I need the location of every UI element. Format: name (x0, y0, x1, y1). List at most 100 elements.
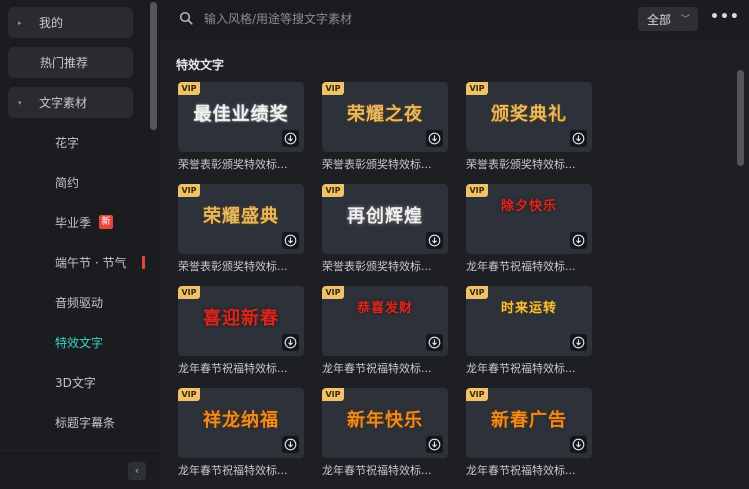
asset-card[interactable]: VIP 新春广告龙年春节祝福特效标... (466, 388, 592, 478)
asset-preview-text: 新年快乐 (347, 410, 423, 431)
asset-preview-text: 最佳业绩奖 (193, 104, 289, 125)
sidebar: ▸ 我的 热门推荐 ▾ 文字素材 花字 简约 毕业季 新 端午节 · 节气 音频… (0, 0, 160, 489)
asset-thumbnail[interactable]: VIP 喜迎新春 (178, 286, 304, 356)
asset-preview-text: 荣耀之夜 (347, 104, 423, 125)
vip-badge: VIP (466, 82, 488, 95)
caret-down-icon: ▾ (18, 98, 22, 107)
download-button[interactable] (282, 130, 299, 147)
vip-badge: VIP (322, 184, 344, 197)
asset-card[interactable]: VIP 祥龙纳福龙年春节祝福特效标... (178, 388, 304, 478)
download-icon (572, 132, 585, 145)
asset-thumbnail[interactable]: VIP 新春广告 (466, 388, 592, 458)
download-button[interactable] (426, 436, 443, 453)
search-bar: 全部 ﹀ ••• (160, 0, 749, 39)
sidebar-subitem-huazi[interactable]: 花字 (55, 132, 79, 152)
section-title: 特效文字 (176, 58, 225, 72)
download-icon (572, 336, 585, 349)
sidebar-subitem-label: 音频驱动 (55, 295, 104, 310)
caret-right-icon: ▸ (18, 18, 22, 27)
sidebar-subitem-label: 端午节 · 节气 (55, 255, 127, 270)
asset-preview-text: 时来运转 (500, 301, 557, 316)
search-icon (179, 11, 193, 25)
download-button[interactable] (426, 334, 443, 351)
asset-thumbnail[interactable]: VIP 时来运转 (466, 286, 592, 356)
sidebar-item-label: 文字素材 (39, 96, 88, 110)
vip-badge: VIP (466, 388, 488, 401)
vip-badge: VIP (322, 286, 344, 299)
sidebar-item-hot[interactable]: 热门推荐 (8, 47, 133, 78)
asset-card[interactable]: VIP 除夕快乐 龙年春节祝福特效标... (466, 184, 592, 274)
asset-caption: 荣誉表彰颁奖特效标... (322, 158, 432, 171)
more-options-icon[interactable]: ••• (710, 9, 739, 29)
sidebar-subitem-effect-text[interactable]: 特效文字 (55, 332, 103, 352)
download-button[interactable] (426, 232, 443, 249)
asset-card[interactable]: VIP 荣耀盛典荣誉表彰颁奖特效标... (178, 184, 304, 274)
asset-caption: 龙年春节祝福特效标... (178, 362, 288, 375)
download-icon (572, 438, 585, 451)
asset-thumbnail[interactable]: VIP 再创辉煌 (322, 184, 448, 254)
sidebar-subitem-label: 花字 (55, 135, 80, 150)
download-button[interactable] (282, 334, 299, 351)
asset-thumbnail[interactable]: VIP 荣耀盛典 (178, 184, 304, 254)
asset-card[interactable]: VIP 最佳业绩奖荣誉表彰颁奖特效标... (178, 82, 304, 172)
download-icon (284, 234, 297, 247)
asset-card[interactable]: VIP 恭喜发财龙年春节祝福特效标... (322, 286, 448, 376)
sidebar-item-label: 我的 (39, 16, 64, 30)
sidebar-subitem-3d-text[interactable]: 3D文字 (55, 372, 96, 392)
sidebar-subitem-label: 特效文字 (55, 335, 104, 350)
download-button[interactable] (282, 436, 299, 453)
red-indicator (142, 255, 146, 269)
download-icon (428, 234, 441, 247)
asset-caption: 荣誉表彰颁奖特效标... (322, 260, 432, 273)
content-scrollbar[interactable] (737, 70, 744, 166)
download-button[interactable] (570, 334, 587, 351)
asset-card[interactable]: VIP 时来运转龙年春节祝福特效标... (466, 286, 592, 376)
sidebar-item-mine[interactable]: ▸ 我的 (8, 7, 133, 38)
asset-caption: 荣誉表彰颁奖特效标... (178, 158, 288, 171)
asset-caption: 龙年春节祝福特效标... (322, 362, 432, 375)
asset-card[interactable]: VIP 再创辉煌荣誉表彰颁奖特效标... (322, 184, 448, 274)
asset-thumbnail[interactable]: VIP 除夕快乐 (466, 184, 592, 254)
sidebar-subitem-simple[interactable]: 简约 (55, 172, 79, 192)
asset-preview-text: 恭喜发财 (356, 301, 413, 316)
asset-card[interactable]: VIP 荣耀之夜荣誉表彰颁奖特效标... (322, 82, 448, 172)
download-button[interactable] (282, 232, 299, 249)
asset-caption: 龙年春节祝福特效标... (466, 362, 576, 375)
sidebar-subitem-audio[interactable]: 音频驱动 (55, 292, 103, 312)
asset-thumbnail[interactable]: VIP 新年快乐 (322, 388, 448, 458)
search-input[interactable] (204, 9, 584, 29)
sidebar-subitem-title-bar[interactable]: 标题字幕条 (55, 412, 115, 432)
asset-thumbnail[interactable]: VIP 颁奖典礼 (466, 82, 592, 152)
asset-thumbnail[interactable]: VIP 恭喜发财 (322, 286, 448, 356)
category-select[interactable]: 全部 ﹀ (638, 7, 698, 31)
asset-card[interactable]: VIP 新年快乐 龙年春节祝福特效标... (322, 388, 448, 478)
asset-thumbnail[interactable]: VIP 最佳业绩奖 (178, 82, 304, 152)
asset-card[interactable]: VIP 颁奖典礼荣誉表彰颁奖特效标... (466, 82, 592, 172)
download-button[interactable] (570, 232, 587, 249)
collapse-sidebar-button[interactable]: ‹ (128, 462, 146, 480)
asset-preview-text: 荣耀盛典 (203, 206, 279, 227)
sidebar-subitem-graduation[interactable]: 毕业季 新 (55, 212, 114, 232)
sidebar-subitem-dragon-boat[interactable]: 端午节 · 节气 (55, 252, 146, 272)
asset-card[interactable]: VIP 喜迎新春龙年春节祝福特效标... (178, 286, 304, 376)
asset-caption: 荣誉表彰颁奖特效标... (466, 158, 576, 171)
vip-badge: VIP (466, 286, 488, 299)
main-panel: 全部 ﹀ ••• 特效文字 VIP最佳业绩奖荣誉表彰颁奖特效标...VIP荣耀之… (160, 0, 749, 489)
category-select-value: 全部 (647, 12, 672, 27)
vip-badge: VIP (322, 388, 344, 401)
asset-caption: 荣誉表彰颁奖特效标... (178, 260, 288, 273)
asset-thumbnail[interactable]: VIP 荣耀之夜 (322, 82, 448, 152)
vip-badge: VIP (178, 388, 200, 401)
sidebar-item-text-assets[interactable]: ▾ 文字素材 (8, 87, 133, 118)
download-icon (284, 438, 297, 451)
asset-thumbnail[interactable]: VIP 祥龙纳福 (178, 388, 304, 458)
download-button[interactable] (426, 130, 443, 147)
download-button[interactable] (570, 436, 587, 453)
download-icon (284, 132, 297, 145)
asset-caption: 龙年春节祝福特效标... (178, 464, 288, 477)
asset-caption: 龙年春节祝福特效标... (466, 464, 576, 477)
download-button[interactable] (570, 130, 587, 147)
sidebar-item-label: 热门推荐 (40, 56, 89, 70)
vip-badge: VIP (466, 184, 488, 197)
sidebar-scrollbar[interactable] (150, 2, 157, 130)
